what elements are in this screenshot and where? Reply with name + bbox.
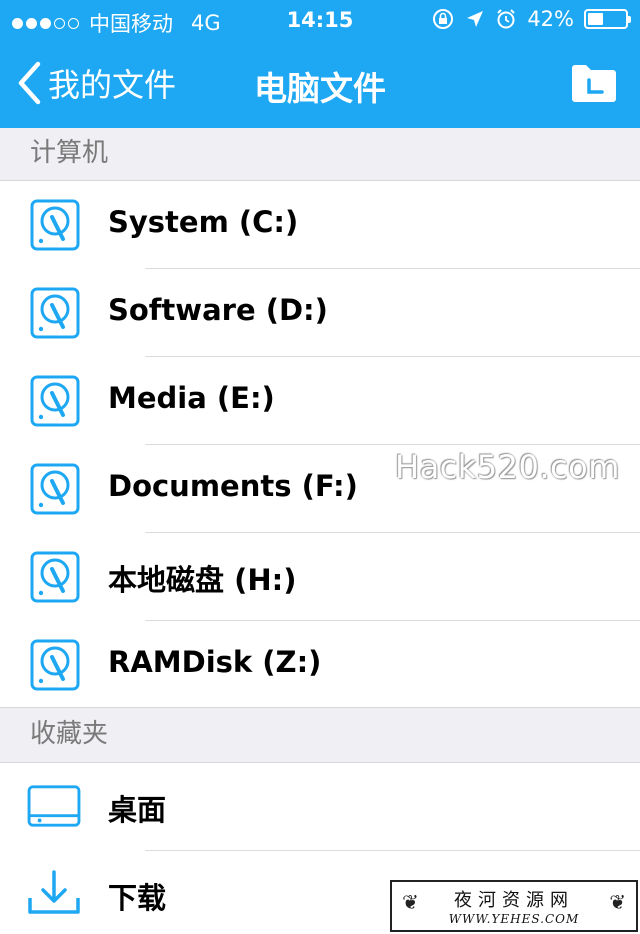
drive-item[interactable]: Software (D:) (0, 269, 640, 357)
section-title: 计算机 (30, 138, 109, 168)
location-icon (467, 11, 484, 27)
download-icon (28, 870, 80, 914)
desktop-icon (27, 785, 81, 827)
section-header-computer: 计算机 (0, 128, 640, 181)
watermark-stamp: ❦ ❦ 夜河资源网 WWW.YEHES.COM (390, 880, 638, 932)
stamp-text: 夜河资源网 (454, 890, 574, 911)
stamp-url: WWW.YEHES.COM (448, 912, 580, 926)
hard-drive-icon (30, 463, 80, 515)
hard-drive-icon (30, 551, 80, 603)
folder-icon[interactable] (570, 62, 618, 104)
drive-label: 本地磁盘 (H:) (108, 563, 297, 597)
drive-item[interactable]: RAMDisk (Z:) (0, 621, 640, 709)
alarm-icon (497, 9, 516, 29)
drive-label: RAMDisk (Z:) (108, 645, 322, 679)
drive-item[interactable]: Media (E:) (0, 357, 640, 445)
drive-label: Media (E:) (108, 381, 275, 415)
drive-item[interactable]: System (C:) (0, 181, 640, 269)
hard-drive-icon (30, 639, 80, 691)
watermark: Hack520.com (395, 448, 620, 486)
rotation-lock-icon (433, 9, 454, 29)
list-item-label: 下载 (108, 881, 167, 915)
hard-drive-icon (30, 375, 80, 427)
battery-percent: 42% (527, 7, 574, 31)
battery-icon (584, 9, 631, 29)
screen: 中国移动 4G 14:15 42% 我的文件 电脑文件 计算机 System (… (0, 0, 640, 934)
status-bar: 中国移动 4G 14:15 42% (0, 0, 640, 40)
section-header-favorites: 收藏夹 (0, 707, 640, 763)
navigation-bar: 我的文件 电脑文件 (0, 40, 640, 128)
hard-drive-icon (30, 199, 80, 251)
drive-label: Software (D:) (108, 293, 328, 327)
page-title: 电脑文件 (254, 69, 386, 108)
header: 中国移动 4G 14:15 42% 我的文件 电脑文件 (0, 0, 640, 128)
hard-drive-icon (30, 287, 80, 339)
drive-label: System (C:) (108, 205, 299, 239)
list-item-desktop[interactable]: 桌面 (0, 763, 640, 851)
drive-label: Documents (F:) (108, 469, 358, 503)
drive-item[interactable]: 本地磁盘 (H:) (0, 533, 640, 621)
list-item-label: 桌面 (108, 793, 167, 827)
section-title: 收藏夹 (30, 719, 109, 749)
